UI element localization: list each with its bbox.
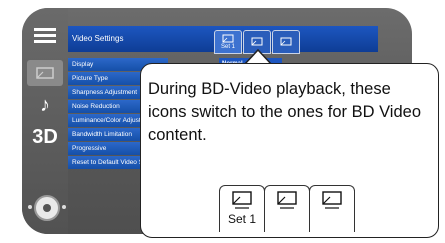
callout-text: During BD-Video playback, these icons sw…: [148, 80, 422, 144]
header-bar: Video Settings Set 1: [68, 26, 378, 54]
nav-dot-left: [28, 205, 32, 209]
3d-label: 3D: [32, 125, 58, 148]
bd-video-tabs: Set 1: [219, 180, 355, 232]
sidebar: ♪ 3D: [22, 8, 68, 234]
picture-settings-icon: [232, 191, 252, 209]
navigation-pad-icon[interactable]: [34, 195, 60, 221]
screenshot: ♪ 3D Video Settings Set 1 Display Pictur…: [0, 0, 445, 243]
bd-tab-set-3: [309, 185, 355, 232]
bd-tab-set-1: Set 1: [219, 185, 265, 232]
video-icon[interactable]: [27, 60, 63, 86]
bd-tab-label: Set 1: [227, 212, 257, 226]
picture-settings-icon: [222, 34, 234, 42]
menu-icon[interactable]: [27, 22, 63, 48]
music-note-icon[interactable]: ♪: [27, 92, 63, 118]
page-title: Video Settings: [72, 34, 124, 43]
bd-tab-set-2: [264, 185, 310, 232]
picture-settings-icon: [322, 191, 342, 209]
nav-dot-right: [62, 205, 66, 209]
picture-settings-icon: [280, 37, 292, 46]
callout-box: During BD-Video playback, these icons sw…: [140, 63, 439, 238]
3d-sidebar-item[interactable]: 3D: [27, 124, 63, 150]
picture-settings-icon: [277, 191, 297, 209]
picture-settings-icon: [251, 37, 263, 46]
tab-label: Set 1: [220, 43, 235, 50]
